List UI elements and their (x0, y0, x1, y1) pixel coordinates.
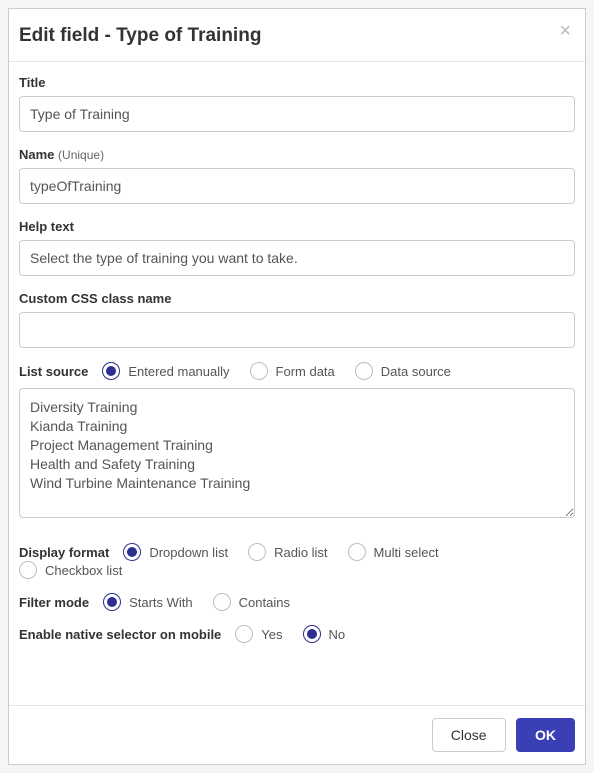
help-group: Help text (19, 218, 575, 276)
help-input[interactable] (19, 240, 575, 276)
native-selector-option-0[interactable]: Yes (235, 625, 282, 643)
radio-label: Checkbox list (45, 563, 122, 578)
radio-icon (235, 625, 253, 643)
help-label: Help text (19, 219, 74, 234)
name-label: Name (Unique) (19, 147, 104, 162)
display-format-row: Display format Dropdown list Radio list Mu… (19, 543, 575, 579)
filter-mode-label: Filter mode (19, 595, 89, 610)
radio-icon (348, 543, 366, 561)
title-input[interactable] (19, 96, 575, 132)
list-source-option-2[interactable]: Data source (355, 362, 451, 380)
name-group: Name (Unique) (19, 146, 575, 204)
radio-label: Yes (261, 627, 282, 642)
radio-label: Contains (239, 595, 290, 610)
filter-mode-option-1[interactable]: Contains (213, 593, 290, 611)
close-button[interactable]: Close (432, 718, 506, 752)
display-format-option-3[interactable]: Checkbox list (19, 561, 122, 579)
title-label: Title (19, 75, 46, 90)
radio-label: Starts With (129, 595, 193, 610)
list-source-option-0[interactable]: Entered manually (102, 362, 229, 380)
radio-label: Radio list (274, 545, 327, 560)
native-selector-label: Enable native selector on mobile (19, 627, 221, 642)
close-icon[interactable]: × (551, 17, 579, 45)
dialog-title: Edit field - Type of Training (19, 25, 261, 46)
edit-field-dialog: Edit field - Type of Training × Title Na… (8, 8, 586, 765)
display-format-option-1[interactable]: Radio list (248, 543, 327, 561)
native-selector-option-1[interactable]: No (303, 625, 346, 643)
css-group: Custom CSS class name (19, 290, 575, 348)
radio-label: Entered manually (128, 364, 229, 379)
radio-label: Data source (381, 364, 451, 379)
css-label: Custom CSS class name (19, 291, 171, 306)
list-source-label: List source (19, 364, 88, 379)
radio-icon (248, 543, 266, 561)
dialog-header: Edit field - Type of Training × (9, 9, 585, 61)
dialog-body: Title Name (Unique) Help text Custom CSS… (9, 61, 585, 705)
radio-label: Form data (276, 364, 335, 379)
native-selector-row: Enable native selector on mobile Yes No (19, 625, 575, 643)
radio-icon (213, 593, 231, 611)
list-source-group: List source Entered manually Form data Dat… (19, 362, 575, 523)
radio-icon (103, 593, 121, 611)
list-source-items[interactable] (19, 388, 575, 518)
radio-icon (19, 561, 37, 579)
display-format-option-0[interactable]: Dropdown list (123, 543, 228, 561)
radio-icon (250, 362, 268, 380)
filter-mode-row: Filter mode Starts With Contains (19, 593, 575, 611)
radio-icon (123, 543, 141, 561)
list-source-option-1[interactable]: Form data (250, 362, 335, 380)
radio-label: Dropdown list (149, 545, 228, 560)
radio-icon (102, 362, 120, 380)
name-input[interactable] (19, 168, 575, 204)
radio-icon (303, 625, 321, 643)
ok-button[interactable]: OK (516, 718, 575, 752)
title-group: Title (19, 74, 575, 132)
radio-icon (355, 362, 373, 380)
dialog-footer: Close OK (9, 705, 585, 764)
display-format-label: Display format (19, 545, 109, 560)
display-format-option-2[interactable]: Multi select (348, 543, 439, 561)
filter-mode-option-0[interactable]: Starts With (103, 593, 193, 611)
radio-label: Multi select (374, 545, 439, 560)
radio-label: No (329, 627, 346, 642)
list-source-row: List source Entered manually Form data Dat… (19, 362, 575, 380)
css-input[interactable] (19, 312, 575, 348)
